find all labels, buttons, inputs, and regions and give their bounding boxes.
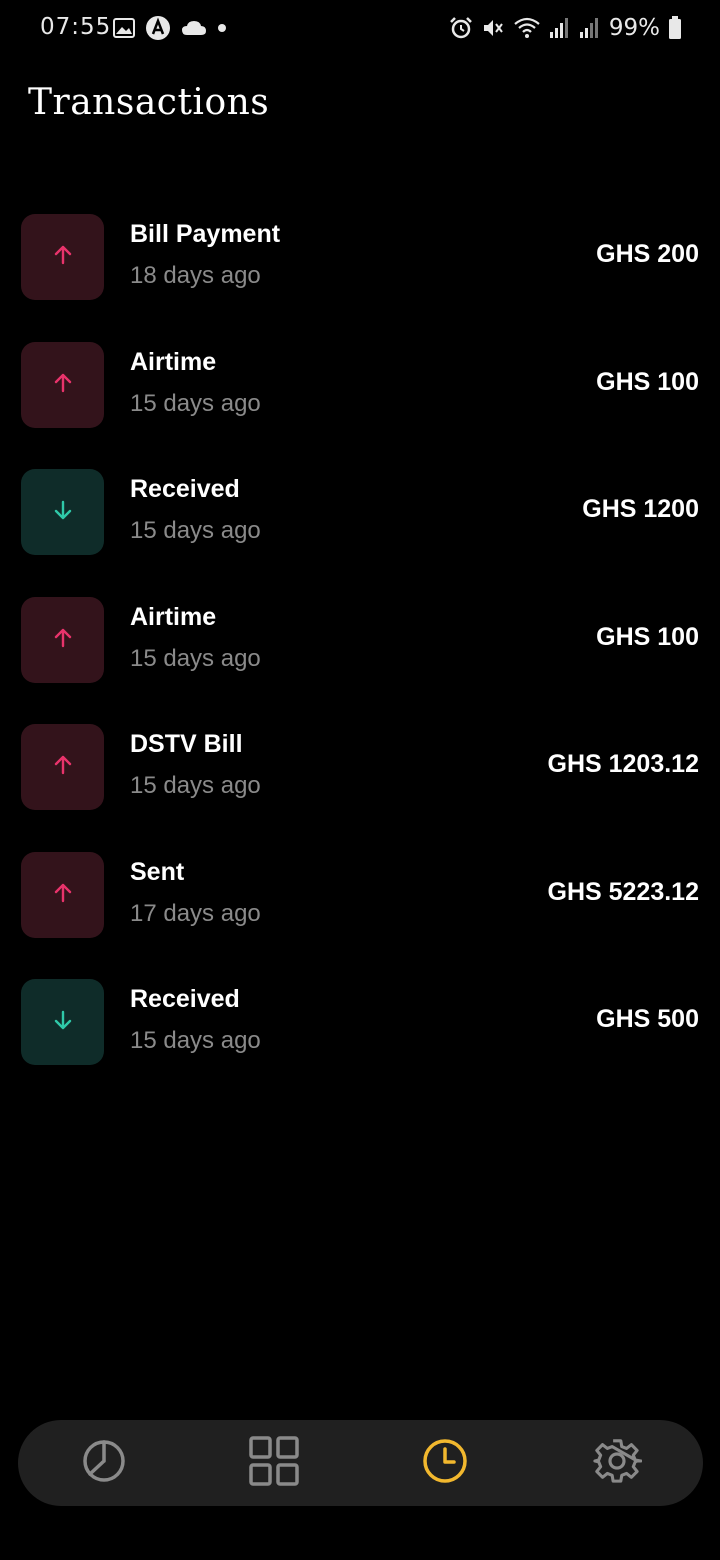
transaction-date: 15 days ago xyxy=(130,390,261,417)
cloud-icon xyxy=(181,19,207,37)
transaction-title: Sent xyxy=(130,858,185,886)
clock-icon xyxy=(421,1437,469,1489)
transaction-row[interactable]: Airtime 15 days ago GHS 100 xyxy=(0,328,720,428)
status-right-icons: 99% xyxy=(449,14,682,42)
image-icon xyxy=(113,18,135,38)
arrow-up-icon xyxy=(51,371,75,399)
transaction-date: 15 days ago xyxy=(130,517,261,544)
arrow-up-icon xyxy=(51,753,75,781)
transaction-amount: GHS 1203.12 xyxy=(547,750,700,778)
mute-icon xyxy=(481,16,505,40)
transaction-title: Received xyxy=(130,475,240,503)
transaction-title: Airtime xyxy=(130,348,217,376)
nav-item-dashboard[interactable] xyxy=(224,1420,324,1506)
outgoing-badge xyxy=(21,214,104,300)
status-left-icons xyxy=(113,14,227,42)
transaction-amount: GHS 100 xyxy=(596,368,699,396)
a-badge-icon xyxy=(145,15,171,41)
battery-percent: 99% xyxy=(608,15,660,41)
arrow-down-icon xyxy=(51,498,75,526)
transaction-row[interactable]: Sent 17 days ago GHS 5223.12 xyxy=(0,838,720,938)
transaction-date: 15 days ago xyxy=(130,772,261,799)
incoming-badge xyxy=(21,469,104,555)
transaction-amount: GHS 200 xyxy=(596,240,699,268)
transaction-date: 17 days ago xyxy=(130,900,261,927)
battery-icon xyxy=(668,16,682,40)
arrow-up-icon xyxy=(51,243,75,271)
nav-item-settings[interactable] xyxy=(567,1420,667,1506)
signal-icon xyxy=(579,17,601,39)
transaction-row[interactable]: DSTV Bill 15 days ago GHS 1203.12 xyxy=(0,710,720,810)
nav-item-transactions[interactable] xyxy=(395,1420,495,1506)
transaction-row[interactable]: Received 15 days ago GHS 500 xyxy=(0,965,720,1065)
transaction-title: Received xyxy=(130,985,240,1013)
transaction-row[interactable]: Airtime 15 days ago GHS 100 xyxy=(0,583,720,683)
alarm-icon xyxy=(449,16,473,40)
transaction-row[interactable]: Received 15 days ago GHS 1200 xyxy=(0,455,720,555)
arrow-down-icon xyxy=(51,1008,75,1036)
pie-chart-icon xyxy=(80,1437,128,1489)
outgoing-badge xyxy=(21,724,104,810)
outgoing-badge xyxy=(21,597,104,683)
page-title: Transactions xyxy=(28,82,270,123)
transaction-title: Bill Payment xyxy=(130,220,281,248)
outgoing-badge xyxy=(21,342,104,428)
signal-icon xyxy=(549,17,571,39)
transaction-row[interactable]: Bill Payment 18 days ago GHS 200 xyxy=(0,200,720,300)
arrow-up-icon xyxy=(51,881,75,909)
incoming-badge xyxy=(21,979,104,1065)
transaction-amount: GHS 100 xyxy=(596,623,699,651)
transaction-date: 18 days ago xyxy=(130,262,261,289)
transaction-amount: GHS 1200 xyxy=(582,495,699,523)
grid-icon xyxy=(249,1436,299,1490)
transaction-title: DSTV Bill xyxy=(130,730,243,758)
transaction-date: 15 days ago xyxy=(130,1027,261,1054)
outgoing-badge xyxy=(21,852,104,938)
gear-icon xyxy=(592,1436,643,1490)
arrow-up-icon xyxy=(51,626,75,654)
nav-item-overview[interactable] xyxy=(54,1420,154,1506)
transaction-amount: GHS 5223.12 xyxy=(547,878,700,906)
transaction-amount: GHS 500 xyxy=(596,1005,699,1033)
dot-icon xyxy=(217,23,227,33)
bottom-nav xyxy=(18,1420,703,1506)
transaction-title: Airtime xyxy=(130,603,217,631)
status-bar: 07:55 99% xyxy=(0,0,720,56)
wifi-icon xyxy=(513,16,541,40)
transaction-date: 15 days ago xyxy=(130,645,261,672)
status-time: 07:55 xyxy=(40,14,112,40)
